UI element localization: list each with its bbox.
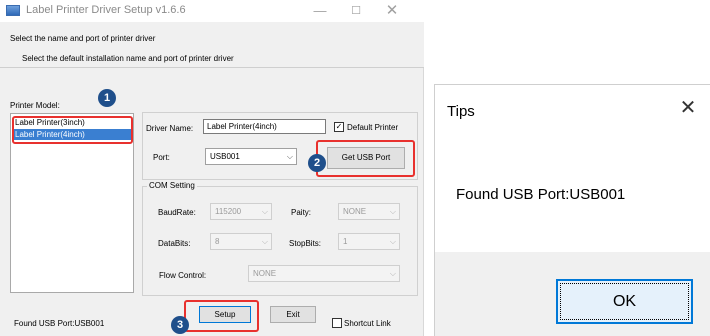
databits-label: DataBits: <box>158 239 191 248</box>
chevron-down-icon: ⌵ <box>389 207 396 216</box>
highlight-setup <box>184 300 259 332</box>
minimize-button[interactable]: — <box>306 1 334 21</box>
default-printer-checkbox[interactable]: ✓ <box>334 122 344 132</box>
setup-window: Label Printer Driver Setup v1.6.6 — ☐ ✕ … <box>0 0 424 336</box>
highlight-get-usb-port <box>316 140 415 177</box>
flow-control-value: NONE <box>253 269 277 278</box>
exit-button[interactable]: Exit <box>270 306 316 323</box>
baudrate-select[interactable]: 115200 ⌵ <box>210 203 272 220</box>
header-title: Select the name and port of printer driv… <box>10 34 156 43</box>
window-title: Label Printer Driver Setup v1.6.6 <box>26 4 186 16</box>
driver-name-label: Driver Name: <box>146 124 194 133</box>
tips-title: Tips <box>447 103 475 120</box>
chevron-down-icon: ⌵ <box>286 152 293 161</box>
tips-footer: OK <box>435 252 710 336</box>
close-icon[interactable]: ✕ <box>675 95 701 121</box>
tips-message: Found USB Port:USB001 <box>456 186 626 203</box>
parity-label: Paity: <box>291 208 312 217</box>
chevron-down-icon: ⌵ <box>389 237 396 246</box>
parity-select[interactable]: NONE ⌵ <box>338 203 400 220</box>
shortcut-link-checkbox[interactable] <box>332 318 342 328</box>
title-bar: Label Printer Driver Setup v1.6.6 — ☐ ✕ <box>0 0 424 22</box>
close-button[interactable]: ✕ <box>378 1 406 21</box>
status-text: Found USB Port:USB001 <box>14 319 105 328</box>
app-icon <box>6 5 20 16</box>
printer-model-label: Printer Model: <box>10 101 60 110</box>
baudrate-value: 115200 <box>215 207 242 216</box>
stopbits-label: StopBits: <box>289 239 322 248</box>
tips-dialog: Tips ✕ Found USB Port:USB001 OK <box>434 84 710 336</box>
chevron-down-icon: ⌵ <box>389 269 396 278</box>
baudrate-label: BaudRate: <box>158 208 196 217</box>
highlight-printer-model <box>12 116 133 144</box>
header-subtitle: Select the default installation name and… <box>22 54 234 63</box>
step-badge-3: 3 <box>171 316 189 334</box>
port-label: Port: <box>153 153 170 162</box>
port-value: USB001 <box>210 152 240 161</box>
driver-name-input[interactable]: Label Printer(4inch) <box>203 119 326 134</box>
chevron-down-icon: ⌵ <box>261 207 268 216</box>
stopbits-value: 1 <box>343 237 348 246</box>
stopbits-select[interactable]: 1 ⌵ <box>338 233 400 250</box>
maximize-button[interactable]: ☐ <box>342 1 370 21</box>
flow-control-select[interactable]: NONE ⌵ <box>248 265 400 282</box>
com-setting-label: COM Setting <box>147 181 197 190</box>
port-select[interactable]: USB001 ⌵ <box>205 148 297 165</box>
step-badge-2: 2 <box>308 154 326 172</box>
shortcut-link-label: Shortcut Link <box>344 319 391 328</box>
default-printer-label: Default Printer <box>347 123 399 132</box>
flow-control-label: Flow Control: <box>159 271 207 280</box>
chevron-down-icon: ⌵ <box>261 237 268 246</box>
parity-value: NONE <box>343 207 367 216</box>
databits-value: 8 <box>215 237 220 246</box>
step-badge-1: 1 <box>98 89 116 107</box>
ok-button[interactable]: OK <box>556 279 693 324</box>
databits-select[interactable]: 8 ⌵ <box>210 233 272 250</box>
